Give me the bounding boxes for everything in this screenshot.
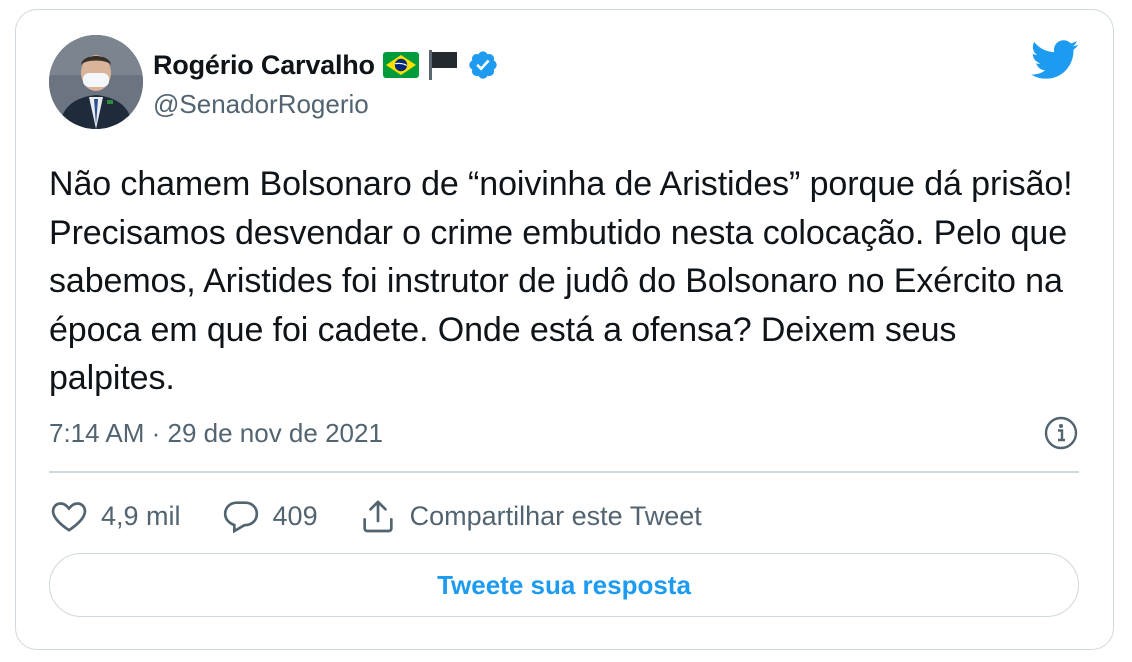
share-label: Compartilhar este Tweet [409, 500, 702, 531]
reply-bubble-icon[interactable] [221, 496, 261, 536]
author-handle[interactable]: @SenadorRogerio [153, 89, 369, 120]
verified-badge-icon [467, 49, 499, 81]
info-icon[interactable] [1043, 415, 1079, 451]
like-action[interactable]: 4,9 mil [49, 496, 181, 536]
twitter-bird-icon[interactable] [1031, 40, 1079, 80]
display-name[interactable]: Rogério Carvalho [153, 50, 375, 81]
tweet-text: Não chamem Bolsonaro de “noivinha de Ari… [49, 165, 1073, 397]
tweet-actions: 4,9 mil 409 Compartilhar este Tweet [49, 496, 742, 536]
tweet-card: Rogério Carvalho @SenadorRogerio Não cha… [15, 9, 1114, 650]
black-flag-icon [427, 48, 459, 82]
reply-count: 409 [272, 500, 318, 531]
like-count: 4,9 mil [101, 500, 181, 531]
reply-button[interactable]: Tweete sua resposta [49, 553, 1079, 617]
share-icon[interactable] [358, 496, 398, 536]
divider [49, 471, 1079, 473]
profile-photo [49, 35, 143, 129]
heart-icon[interactable] [49, 496, 89, 536]
tweet-meta-row: 7:14 AM · 29 de nov de 2021 [49, 416, 1079, 450]
reply-action[interactable]: 409 [221, 496, 318, 536]
brazil-flag-icon [382, 52, 419, 78]
avatar[interactable] [49, 35, 143, 129]
author-name-row: Rogério Carvalho [153, 48, 499, 82]
share-action[interactable]: Compartilhar este Tweet [358, 496, 702, 536]
tweet-timestamp[interactable]: 7:14 AM · 29 de nov de 2021 [49, 418, 383, 449]
